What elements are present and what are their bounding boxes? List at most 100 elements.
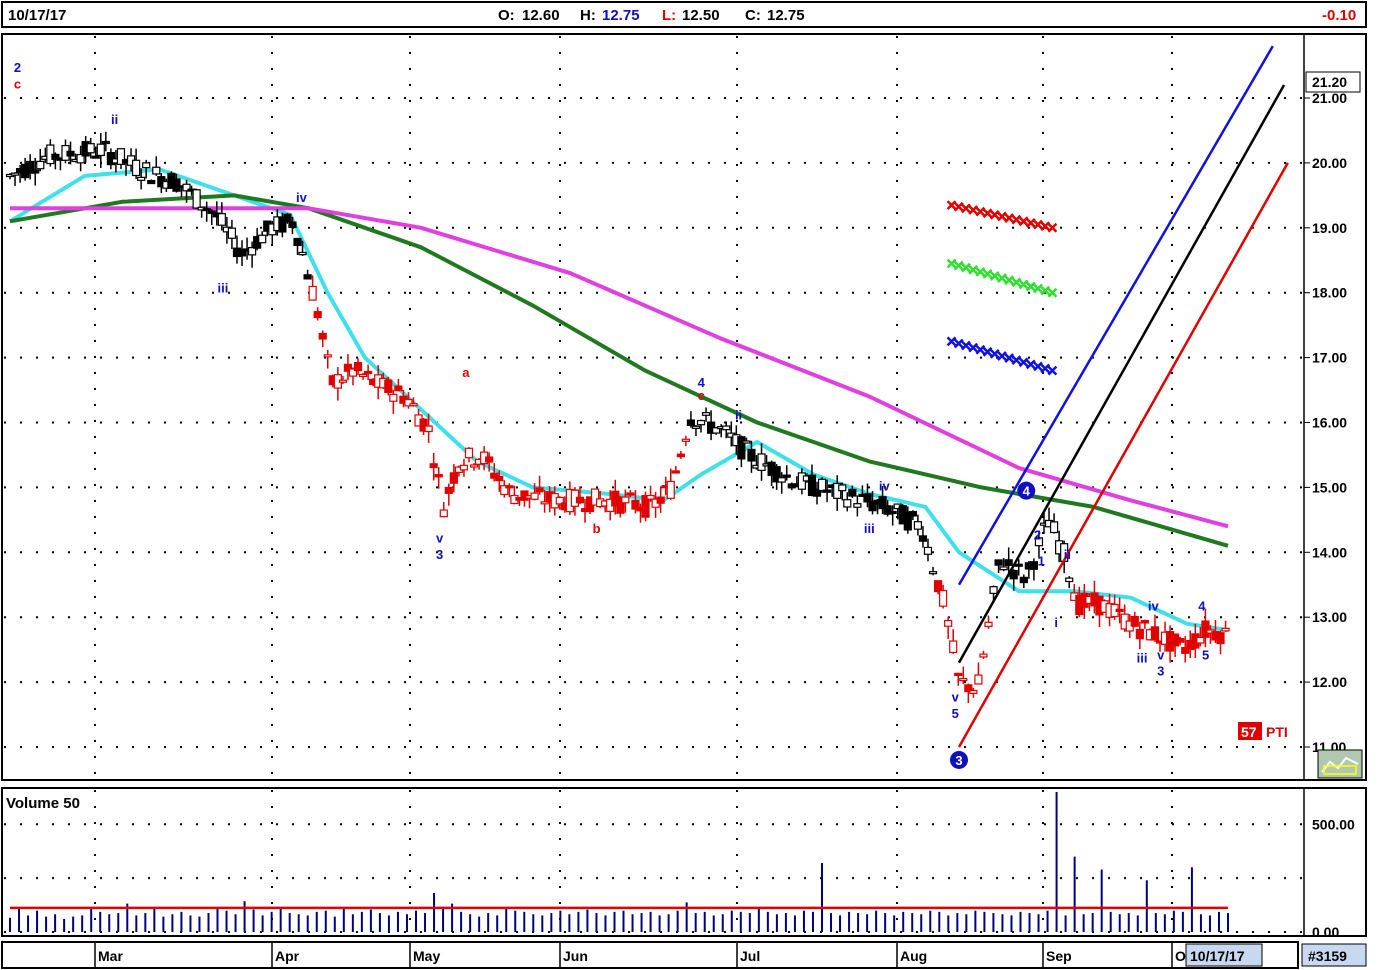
candle-body: [1014, 563, 1023, 567]
candle-body: [994, 559, 1003, 566]
candle-body: [464, 447, 474, 459]
wave-label: 3: [436, 547, 443, 562]
wave-label: 2: [1034, 527, 1041, 542]
candle-body: [848, 488, 857, 497]
candle-body: [817, 478, 827, 492]
candle-body: [671, 470, 680, 474]
candle-body: [394, 385, 403, 392]
candle-body: [152, 166, 161, 175]
close-value: 12.75: [767, 7, 805, 24]
candle-body: [1004, 559, 1013, 566]
volume-title: Volume 50: [6, 795, 80, 812]
wave-label: v: [436, 531, 444, 546]
month-label: Apr: [275, 948, 300, 964]
candle-body: [439, 509, 448, 518]
pti-label: PTI: [1266, 724, 1288, 740]
candle-body: [691, 425, 701, 429]
header-date: 10/17/17: [8, 7, 66, 24]
candle-body: [485, 456, 494, 463]
candle-body: [737, 436, 746, 460]
candle-body: [863, 493, 872, 503]
candle-body: [908, 510, 917, 517]
circled-wave-label: 4: [1023, 484, 1031, 499]
candle-body: [888, 510, 897, 515]
current-price-label: 21.20: [1312, 74, 1347, 90]
candle-body: [172, 178, 181, 192]
wave-label: a: [462, 365, 470, 380]
candle-body: [989, 586, 998, 594]
candle-body: [101, 140, 110, 145]
month-label: Jul: [740, 948, 760, 964]
candle-body: [535, 487, 544, 493]
candle-body: [384, 379, 393, 393]
low-value: 12.50: [682, 7, 720, 24]
month-label: Mar: [98, 948, 123, 964]
candle-body: [192, 189, 201, 209]
candle-body: [530, 492, 539, 500]
wave-label: 5: [1202, 647, 1209, 662]
candle-body: [429, 463, 438, 469]
candle-body: [409, 403, 418, 407]
candle-body: [495, 475, 504, 482]
candle-body: [974, 674, 983, 685]
close-label: C:: [745, 7, 761, 24]
wave-label: i: [1054, 615, 1058, 630]
candle-body: [1019, 576, 1028, 584]
candle-body: [656, 496, 665, 504]
candle-body: [303, 274, 312, 280]
candle-body: [676, 453, 685, 458]
chart-settings-icon[interactable]: [1317, 749, 1363, 779]
candle-body: [918, 535, 928, 542]
low-label: L:: [662, 7, 676, 24]
candle-body: [434, 474, 443, 478]
wave-label: ii: [1064, 547, 1071, 562]
wave-label: ii: [111, 112, 118, 127]
candle-body: [1201, 620, 1210, 638]
candle-body: [913, 521, 922, 530]
candle-body: [944, 619, 953, 627]
candle-body: [984, 621, 993, 627]
candle-body: [10, 172, 20, 176]
candle-body: [575, 496, 585, 504]
open-label: O:: [498, 7, 515, 24]
candle-body: [686, 419, 696, 426]
candle-body: [979, 653, 988, 658]
candle-body: [353, 361, 363, 372]
header-bar: 10/17/17 O: 12.60 H: 12.75 L: 12.50 C: 1…: [1, 1, 1367, 28]
open-value: 12.60: [522, 7, 560, 24]
candle-body: [782, 474, 791, 478]
candle-body: [626, 492, 635, 496]
candle-body: [31, 169, 40, 174]
candle-body: [459, 464, 469, 471]
date-box-label: 10/17/17: [1190, 948, 1245, 964]
candle-body: [853, 503, 862, 508]
wave-label: iv: [296, 190, 308, 205]
circled-wave-label: 3: [955, 753, 962, 768]
wave-label: 5: [952, 706, 959, 721]
candle-body: [217, 213, 226, 226]
date-axis: [1, 941, 1299, 969]
candle-body: [86, 143, 95, 154]
candle-body: [1135, 628, 1144, 640]
volume-tick-label: 0.00: [1312, 924, 1339, 940]
candle-body: [959, 677, 968, 682]
price-tick-label: 14.00: [1312, 544, 1347, 560]
candle-body: [1065, 577, 1074, 583]
candle-body: [96, 143, 105, 157]
wave-label: b: [593, 521, 601, 536]
wave-label: iii: [1137, 651, 1148, 666]
candle-body: [505, 485, 514, 489]
candle-body: [288, 221, 297, 229]
candle-body: [954, 672, 963, 677]
candle-body: [939, 589, 948, 607]
wave-label: iv: [1148, 599, 1160, 614]
price-tick-label: 12.00: [1312, 674, 1347, 690]
candle-body: [202, 207, 211, 212]
candle-body: [666, 480, 675, 499]
candle-body: [621, 496, 630, 504]
candle-body: [358, 373, 368, 378]
price-tick-label: 20.00: [1312, 155, 1347, 171]
stock-chart: 10/17/17 O: 12.60 H: 12.75 L: 12.50 C: 1…: [1, 1, 1367, 969]
candle-body: [1049, 521, 1059, 534]
id-box-label: #3159: [1308, 948, 1347, 964]
